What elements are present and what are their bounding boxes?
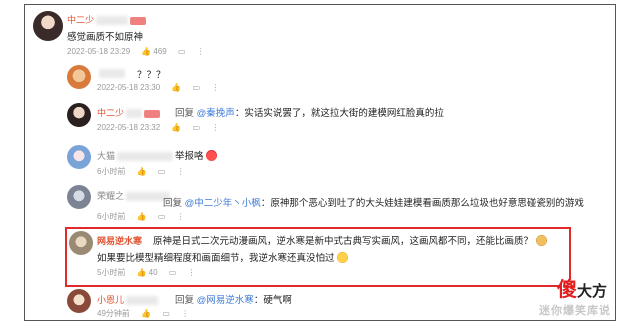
comment-text: 回复 @网易逆水寒：硬气啊: [175, 295, 292, 306]
user-avatar[interactable]: [67, 145, 91, 169]
watermark-text: 迷你爆笑库说: [539, 305, 611, 317]
reply-icon[interactable]: ▭: [162, 309, 170, 318]
comment-date: 5小时前: [97, 268, 126, 277]
comment-text: 举报咯: [175, 148, 218, 162]
comment-meta: 2022-05-18 23:30 👍 ▭ ⋮: [97, 83, 228, 92]
comment-text-line1: 原神是日式二次元动漫画风，逆水寒是新中式古典写实画风，这画风都不同，还能比画质？: [153, 233, 547, 247]
more-icon[interactable]: ⋮: [181, 309, 189, 318]
more-icon[interactable]: ⋮: [211, 83, 219, 92]
like-icon[interactable]: 👍: [141, 47, 151, 56]
like-icon[interactable]: 👍: [171, 83, 181, 92]
comment-date: 2022-05-18 23:29: [67, 47, 131, 56]
comment-date: 6小时前: [97, 167, 126, 176]
comment-date: 6小时前: [97, 212, 126, 221]
watermark-logo: 傻大方: [556, 277, 607, 301]
user-avatar[interactable]: [69, 231, 93, 255]
username[interactable]: 小恩儿: [97, 293, 159, 306]
comment-text: 回复 @秦挽声：实话实说罢了，就这拉大街的建模网红脸真的拉: [175, 108, 444, 119]
reply-icon[interactable]: ▭: [193, 123, 201, 132]
more-icon[interactable]: ⋮: [211, 123, 219, 132]
reply-icon[interactable]: ▭: [178, 47, 186, 56]
dog-emoji-icon: [535, 235, 547, 246]
like-icon[interactable]: 👍: [137, 268, 147, 277]
like-icon[interactable]: 👍: [171, 123, 181, 132]
user-avatar[interactable]: [33, 11, 63, 41]
user-avatar[interactable]: [67, 185, 91, 209]
like-count: 40: [148, 268, 158, 277]
comment-date: 49分钟前: [97, 309, 130, 318]
username[interactable]: 大猫: [97, 149, 174, 162]
username[interactable]: 中二少: [97, 106, 161, 119]
comment-text: 感觉画质不如原神: [67, 32, 144, 43]
comment-meta: 2022-05-18 23:29 👍 469 ▭ ⋮: [67, 47, 214, 56]
username[interactable]: [97, 68, 125, 79]
reply-icon[interactable]: ▭: [193, 83, 201, 92]
mention-link[interactable]: @中二少年丶小枫: [185, 198, 261, 209]
reply-icon[interactable]: ▭: [158, 167, 166, 176]
mention-link[interactable]: @秦挽声: [197, 108, 235, 119]
like-icon[interactable]: 👍: [141, 309, 151, 318]
comment-meta: 5小时前 👍 40 ▭ ⋮: [97, 267, 205, 278]
comment-panel: 中二少 感觉画质不如原神 2022-05-18 23:29 👍 469 ▭ ⋮ ？…: [24, 4, 616, 321]
comment-meta: 6小时前 👍 ▭ ⋮: [97, 166, 194, 177]
reply-icon[interactable]: ▭: [169, 268, 177, 277]
more-icon[interactable]: ⋮: [177, 212, 185, 221]
comment-date: 2022-05-18 23:32: [97, 123, 161, 132]
username[interactable]: 荣耀之: [97, 189, 171, 202]
comment-text: ？？？: [137, 70, 166, 81]
user-avatar[interactable]: [67, 65, 91, 89]
comment-meta: 6小时前 👍 ▭ ⋮: [97, 211, 194, 222]
mention-link[interactable]: @网易逆水寒: [197, 295, 254, 306]
comment-meta: 49分钟前 👍 ▭ ⋮: [97, 308, 198, 319]
comment-text-line2: 如果要比模型精细程度和画面细节，我逆水寒还真没怕过: [97, 250, 349, 264]
smile-emoji-icon: [337, 252, 349, 263]
username[interactable]: 网易逆水寒: [97, 234, 142, 247]
user-avatar[interactable]: [67, 103, 91, 127]
more-icon[interactable]: ⋮: [197, 47, 205, 56]
like-icon[interactable]: 👍: [137, 167, 147, 176]
level-badge: [144, 109, 161, 118]
username[interactable]: 中二少: [67, 13, 147, 26]
user-avatar[interactable]: [67, 289, 91, 313]
like-count: 469: [153, 47, 167, 56]
like-icon[interactable]: 👍: [137, 212, 147, 221]
comment-meta: 2022-05-18 23:32 👍 ▭ ⋮: [97, 123, 228, 132]
heart-emoji-icon: [206, 150, 218, 161]
reply-icon[interactable]: ▭: [158, 212, 166, 221]
more-icon[interactable]: ⋮: [188, 268, 196, 277]
comment-date: 2022-05-18 23:30: [97, 83, 161, 92]
level-badge: [130, 16, 147, 25]
more-icon[interactable]: ⋮: [177, 167, 185, 176]
comment-text: 回复 @中二少年丶小枫：原神那个恶心到吐了的大头娃娃建模看画质那么垃圾也好意思碰…: [163, 198, 584, 209]
